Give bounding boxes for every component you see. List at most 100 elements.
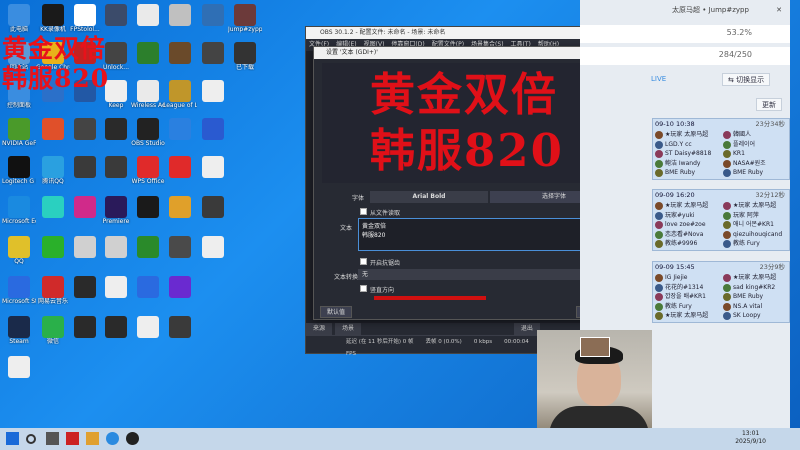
desktop-icon[interactable] xyxy=(99,4,133,26)
desktop-icon[interactable] xyxy=(196,236,230,258)
desktop-icon[interactable]: 已下载 xyxy=(228,42,262,71)
desktop-icon[interactable] xyxy=(163,316,197,338)
desktop-icon[interactable]: OBS Studio xyxy=(131,118,165,147)
desktop-icon[interactable] xyxy=(68,316,102,338)
desktop-icon[interactable]: Wireless Adapter xyxy=(131,80,165,109)
desktop-icon[interactable] xyxy=(163,276,197,298)
desktop-icon[interactable] xyxy=(36,236,70,258)
desktop-icon[interactable] xyxy=(196,196,230,218)
desktop-icon[interactable] xyxy=(36,196,70,218)
text-input[interactable]: 黄金双倍 韩服820 xyxy=(358,218,616,251)
app-icon xyxy=(202,236,224,258)
desktop-icon[interactable] xyxy=(131,236,165,258)
percent-value: 53.2% xyxy=(726,28,752,37)
desktop-icon[interactable] xyxy=(99,276,133,298)
transform-select[interactable]: 无 ⌄ xyxy=(358,269,616,280)
desktop-icon[interactable] xyxy=(163,156,197,178)
desktop-icon[interactable]: FPStolol... xyxy=(68,4,102,33)
desktop-icon[interactable]: Microsoft Store xyxy=(2,276,36,305)
desktop-icon[interactable] xyxy=(68,156,102,178)
desktop-icon[interactable]: Microsoft Edge xyxy=(2,196,36,225)
desktop-icon[interactable] xyxy=(196,118,230,140)
font-value: Arial Bold xyxy=(370,191,488,203)
player-name: 教练 Fury xyxy=(733,240,760,247)
desktop-icon[interactable]: League of Legends xyxy=(163,80,197,109)
desktop-icon[interactable] xyxy=(68,118,102,140)
desktop-icon[interactable] xyxy=(196,156,230,178)
champion-avatar xyxy=(723,221,731,229)
desktop-icon[interactable] xyxy=(131,196,165,218)
desktop-icon[interactable]: 网易云音乐 xyxy=(36,276,70,305)
app-icon xyxy=(202,4,224,26)
desktop-icon[interactable] xyxy=(99,316,133,338)
desktop-icon[interactable]: KK录像机 xyxy=(36,4,70,33)
player-name: BME Ruby xyxy=(733,169,764,176)
edge-icon[interactable] xyxy=(106,432,119,445)
vertical-checkbox[interactable] xyxy=(360,285,367,292)
champion-avatar xyxy=(655,312,663,320)
desktop-icon[interactable] xyxy=(163,236,197,258)
player-name: ★玩家 太原马超 xyxy=(665,202,709,209)
desktop-icon[interactable] xyxy=(99,118,133,140)
desktop-icon[interactable] xyxy=(68,276,102,298)
folder-icon[interactable] xyxy=(86,432,99,445)
tab-scenes[interactable]: 场景 xyxy=(334,323,361,335)
app-icon xyxy=(42,316,64,338)
clock[interactable]: 13:01 2025/9/10 xyxy=(735,430,766,446)
player-name: ★玩家 太原马超 xyxy=(733,202,777,209)
desktop-icon[interactable]: 腾讯QQ xyxy=(36,156,70,185)
desktop-icon[interactable]: 微信 xyxy=(36,316,70,345)
desktop-icon[interactable]: Logitech G HUB xyxy=(2,156,36,185)
desktop-icon[interactable]: QQ xyxy=(2,236,36,265)
desktop-icon[interactable] xyxy=(99,156,133,178)
search-icon[interactable] xyxy=(26,434,36,444)
desktop-icon-label: 此电脑 xyxy=(9,26,28,33)
desktop-icon-label: League of Legends xyxy=(163,102,197,109)
from-file-checkbox[interactable] xyxy=(360,208,367,215)
desktop-icon[interactable] xyxy=(68,236,102,258)
desktop-icon[interactable] xyxy=(99,236,133,258)
switch-display-button[interactable]: ⇆ 切换显示 xyxy=(722,73,771,86)
desktop-icon[interactable] xyxy=(163,4,197,26)
desktop-icon[interactable]: Premiere xyxy=(99,196,133,225)
task-view-icon[interactable] xyxy=(46,432,59,445)
desktop-icon[interactable]: Steam xyxy=(2,316,36,345)
player-name: love zoe#zoe xyxy=(665,221,706,228)
desktop-icon[interactable] xyxy=(163,118,197,140)
desktop-icon[interactable] xyxy=(196,42,230,64)
desktop-icon[interactable]: 此电脑 xyxy=(2,4,36,33)
player-name: qiezuihouqicand xyxy=(733,230,783,238)
close-icon[interactable]: ✕ xyxy=(776,0,782,20)
desktop-icon[interactable] xyxy=(163,196,197,218)
desktop-icon-label: 控制面板 xyxy=(6,102,31,109)
app-icon xyxy=(42,196,64,218)
obs-icon[interactable] xyxy=(126,432,139,445)
champion-avatar xyxy=(655,211,663,220)
exit-label[interactable]: 退出 xyxy=(513,323,540,335)
match-card[interactable]: 09-10 10:38 23分34秒 ★玩家 太原马超 韓國人 LGD.Y cc 플레이어… xyxy=(652,118,790,180)
desktop-icon[interactable] xyxy=(131,42,165,64)
player-name: NS.A vital xyxy=(733,302,763,310)
refresh-button[interactable]: 更新 xyxy=(756,98,782,111)
antialias-checkbox[interactable] xyxy=(360,258,367,265)
champion-avatar xyxy=(723,312,731,320)
match-card[interactable]: 09-09 16:20 32分12秒 ★玩家 太原马超 ★玩家 太原马超 玩家#yuki… xyxy=(652,189,790,251)
app-icon[interactable] xyxy=(66,432,79,445)
desktop-icon[interactable] xyxy=(131,4,165,26)
match-card[interactable]: 09-09 15:45 23分9秒 IG Jiejie ★玩家 太原马超 花花的#131… xyxy=(652,261,790,323)
desktop-icon[interactable] xyxy=(131,316,165,338)
defaults-button[interactable]: 默认值 xyxy=(320,306,352,318)
app-icon xyxy=(74,4,96,26)
start-icon[interactable] xyxy=(6,432,19,445)
desktop-icon[interactable] xyxy=(36,118,70,140)
desktop-icon[interactable] xyxy=(2,356,36,378)
desktop-icon[interactable] xyxy=(68,196,102,218)
desktop-icon[interactable] xyxy=(163,42,197,64)
desktop-icon[interactable]: NVIDIA GeForce xyxy=(2,118,36,147)
desktop-icon[interactable] xyxy=(196,4,230,26)
desktop-icon[interactable] xyxy=(131,276,165,298)
desktop-icon[interactable]: WPS Office xyxy=(131,156,165,185)
desktop-icon[interactable] xyxy=(196,80,230,102)
tab-sources[interactable]: 来源 xyxy=(306,323,333,335)
desktop-icon[interactable]: Jump#zypp... xyxy=(228,4,262,33)
